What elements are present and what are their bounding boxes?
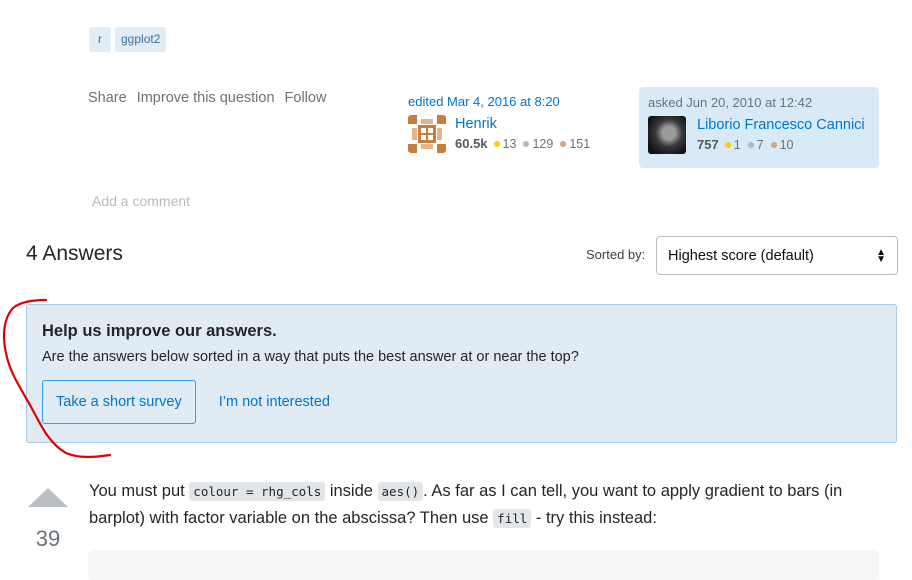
survey-heading: Help us improve our answers. — [42, 322, 277, 340]
gold-badge-icon — [724, 141, 731, 148]
silver-badge-icon — [747, 141, 754, 148]
select-arrows-icon: ▲ ▼ — [876, 246, 886, 265]
answer-text: - try this instead: — [531, 509, 657, 527]
gold-badge-icon — [493, 140, 500, 147]
sort-label: Sorted by: — [586, 247, 646, 262]
editor-card: edited Mar 4, 2016 at 8:20 Henrik 60.5k … — [408, 94, 628, 153]
share-link[interactable]: Share — [88, 90, 127, 106]
inline-code: aes() — [377, 482, 424, 501]
tag-ggplot2[interactable]: ggplot2 — [115, 27, 167, 52]
answers-count-heading: 4 Answers — [26, 242, 123, 265]
edited-timestamp[interactable]: edited Mar 4, 2016 at 8:20 — [408, 94, 628, 109]
editor-gold-count: 13 — [502, 136, 517, 151]
follow-link[interactable]: Follow — [285, 90, 327, 106]
take-survey-button[interactable]: Take a short survey — [42, 380, 196, 424]
add-comment-link[interactable]: Add a comment — [92, 193, 190, 209]
answer-text: inside — [325, 482, 378, 500]
bronze-badge-icon — [770, 141, 777, 148]
silver-badge-icon — [523, 140, 530, 147]
asker-card: asked Jun 20, 2010 at 12:42 Liborio Fran… — [639, 87, 879, 168]
asker-silver-count: 7 — [756, 137, 764, 152]
editor-name[interactable]: Henrik — [455, 115, 597, 133]
code-block — [88, 550, 879, 580]
post-menu: Share Improve this question Follow — [88, 90, 326, 106]
answer-score: 39 — [35, 526, 61, 551]
editor-reputation: 60.5k — [455, 136, 488, 151]
asker-reputation: 757 — [697, 137, 719, 152]
editor-silver-count: 129 — [532, 136, 554, 151]
bronze-badge-icon — [560, 140, 567, 147]
answer-text: You must put — [89, 482, 190, 500]
survey-text: Are the answers below sorted in a way th… — [42, 349, 579, 365]
tag-r[interactable]: r — [89, 27, 111, 52]
survey-notice: Help us improve our answers. Are the ans… — [26, 304, 897, 443]
editor-bronze-count: 151 — [569, 136, 591, 151]
answer-body: You must put colour = rhg_cols inside ae… — [89, 478, 889, 532]
asker-name[interactable]: Liborio Francesco Cannici — [697, 116, 865, 134]
tag-list: r ggplot2 — [89, 27, 167, 52]
not-interested-button[interactable]: I’m not interested — [219, 394, 330, 410]
asker-bronze-count: 10 — [779, 137, 794, 152]
asker-gold-count: 1 — [733, 137, 741, 152]
asked-timestamp: asked Jun 20, 2010 at 12:42 — [648, 95, 813, 110]
improve-question-link[interactable]: Improve this question — [137, 90, 275, 106]
asker-avatar[interactable] — [648, 116, 686, 154]
sort-select[interactable]: Highest score (default) ▲ ▼ — [656, 236, 898, 275]
editor-avatar-icon[interactable] — [408, 115, 446, 153]
inline-code: fill — [493, 509, 532, 528]
inline-code: colour = rhg_cols — [189, 482, 326, 501]
upvote-arrow-icon[interactable] — [28, 488, 68, 507]
sort-selected-value: Highest score (default) — [668, 247, 814, 264]
